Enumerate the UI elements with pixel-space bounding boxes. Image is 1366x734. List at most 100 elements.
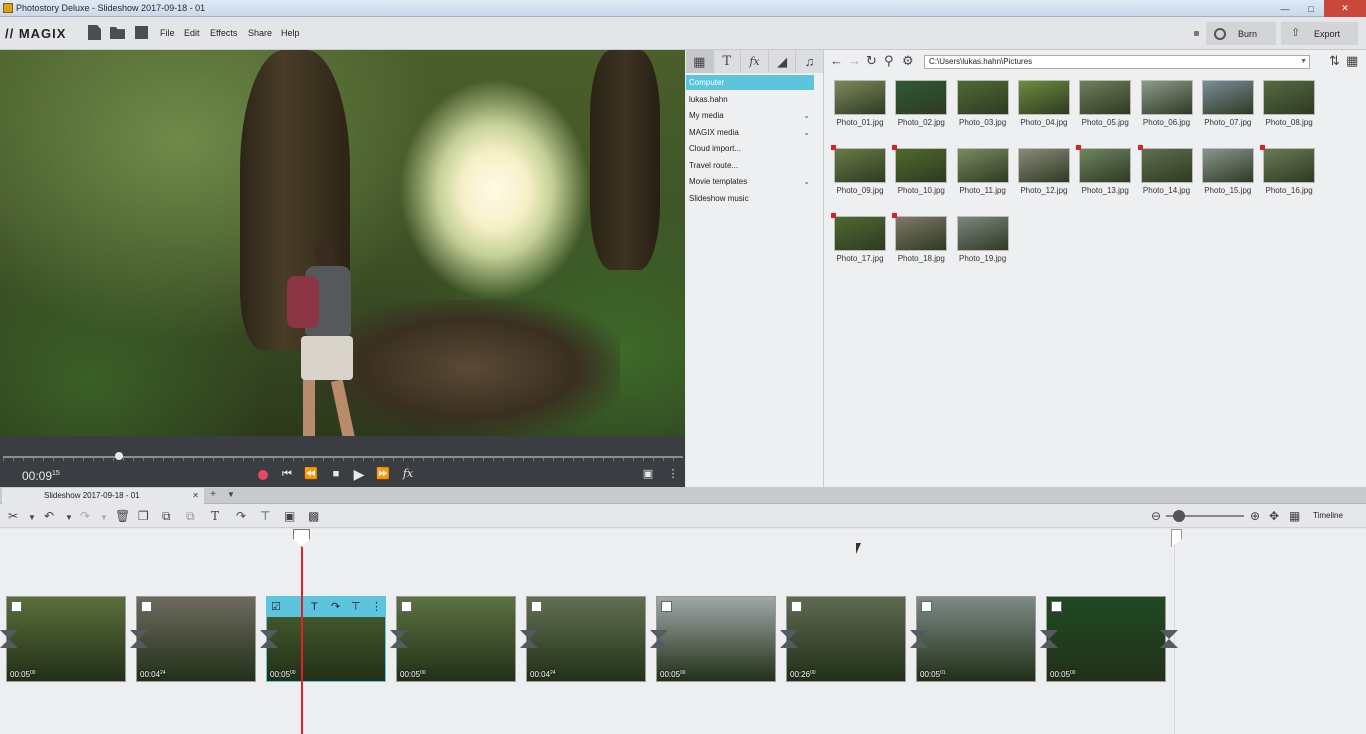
cut-icon[interactable]: ✂ [8,509,18,523]
fx-icon[interactable]: fx [741,50,769,73]
grid-icon[interactable]: ▦ [686,50,714,73]
clip-checkbox[interactable] [661,601,672,612]
fx-icon[interactable]: fx [399,467,417,481]
timeline-clip[interactable]: 00:0500 [1046,596,1166,682]
chevron-down-icon[interactable]: ⌄ [803,174,810,189]
menu-share[interactable]: Share [248,28,272,38]
sort-icon[interactable]: ⇅ [1329,54,1340,68]
tree-item[interactable]: Slideshow music [686,191,814,206]
music-icon[interactable]: ♫ [796,50,824,73]
maximize-button[interactable]: □ [1298,0,1324,17]
photo-thumbnail[interactable]: Photo_14.jpg [1137,145,1193,195]
clip-checkbox[interactable] [1051,601,1062,612]
timeline-clip[interactable]: 00:0424 [526,596,646,682]
timeline-clip[interactable]: 00:2600 [786,596,906,682]
search-icon[interactable]: ⚲ [884,54,894,68]
zoom-slider-handle[interactable] [1173,510,1186,522]
timeline-clip[interactable]: 00:0501 [916,596,1036,682]
fit-icon[interactable]: ▩ [308,509,319,523]
skip-start-icon[interactable]: ⏮ [278,467,296,481]
path-field[interactable]: C:\Users\lukas.hahn\Pictures ▼ [924,55,1310,69]
chevron-down-icon[interactable]: ⌄ [803,108,810,123]
redo-menu-chevron-icon[interactable]: ▼ [100,511,108,525]
menu-help[interactable]: Help [281,28,300,38]
photo-thumbnail[interactable]: Photo_11.jpg [956,148,1009,195]
photo-thumbnail[interactable]: Photo_09.jpg [831,145,886,195]
back-arrow-icon[interactable]: ← [830,54,843,68]
zoom-out-icon[interactable]: ⊖ [1151,509,1161,523]
tab-menu-chevron-icon[interactable]: ▼ [223,488,239,503]
photo-thumbnail[interactable]: Photo_17.jpg [831,213,886,263]
undo-icon[interactable]: ↶ [44,509,54,523]
rotate-icon[interactable]: ↷ [331,600,340,614]
transition-icon[interactable]: ◢ [769,50,797,73]
tree-item[interactable]: My media ⌄ [686,108,814,123]
paste-icon[interactable]: ⧉ [186,509,195,523]
clip-checkbox[interactable] [141,601,152,612]
fast-forward-icon[interactable]: ⏩ [374,467,392,481]
stop-icon[interactable]: ■ [327,467,345,481]
clip-checkbox[interactable] [11,601,22,612]
forward-arrow-icon[interactable]: → [848,54,861,68]
clip-checkbox[interactable] [401,601,412,612]
photo-thumbnail[interactable]: Photo_16.jpg [1260,145,1316,195]
playhead-handle[interactable] [293,529,310,547]
end-marker[interactable] [1171,529,1182,547]
preview-monitor[interactable] [0,50,685,436]
photo-thumbnail[interactable]: Photo_07.jpg [1201,80,1254,127]
more-options-icon[interactable]: ⋮ [371,600,382,614]
title-text-icon[interactable]: T [311,600,318,614]
scrub-handle[interactable] [114,452,123,460]
close-tab-icon[interactable]: ✕ [192,488,199,504]
timeline-area[interactable]: 00:0500 00:0424 ☑ T ↷ ⊤ ⋮ 00:0500 00:0500 00:0424… [0,529,1366,734]
tree-item[interactable]: lukas.hahn [686,92,814,107]
clip-checkbox[interactable] [791,601,802,612]
timeline-clip[interactable]: ☑ T ↷ ⊤ ⋮ 00:0500 [266,596,386,682]
photo-thumbnail[interactable]: Photo_03.jpg [956,80,1009,127]
delete-icon[interactable]: 🗑 [115,509,130,523]
project-tab[interactable]: Slideshow 2017-09-18 - 01 ✕ [2,488,204,504]
undo-menu-chevron-icon[interactable]: ▼ [65,511,73,525]
photo-thumbnail[interactable]: Photo_06.jpg [1140,80,1193,127]
burn-button[interactable]: Burn [1206,22,1276,45]
photo-thumbnail[interactable]: Photo_13.jpg [1076,145,1132,195]
photo-thumbnail[interactable]: Photo_01.jpg [834,80,886,127]
align-icon[interactable]: ⊤ [351,600,361,614]
tree-item[interactable]: Travel route... [686,158,814,173]
menu-file[interactable]: File [160,28,175,38]
menu-edit[interactable]: Edit [184,28,200,38]
chevron-down-icon[interactable]: ⌄ [803,125,810,140]
clip-checkbox[interactable] [921,601,932,612]
timeline-clip[interactable]: 00:0500 [656,596,776,682]
photo-thumbnail[interactable]: Photo_18.jpg [892,213,948,263]
add-tab-icon[interactable]: + [205,488,221,503]
photo-thumbnail[interactable]: Photo_02.jpg [895,80,948,127]
photo-thumbnail[interactable]: Photo_05.jpg [1079,80,1132,127]
tree-item[interactable]: Movie templates ⌄ [686,174,814,189]
close-button[interactable]: ✕ [1324,0,1366,17]
redo-icon[interactable]: ↷ [80,509,90,523]
tree-item[interactable]: Cloud import... [686,141,814,156]
photo-thumbnail[interactable]: Photo_08.jpg [1263,80,1316,127]
timeline-clip[interactable]: 00:0500 [396,596,516,682]
text-icon[interactable]: T [714,50,742,73]
timeline-clip[interactable]: 00:0424 [136,596,256,682]
timeline-clip[interactable]: 00:0500 [6,596,126,682]
cut-menu-chevron-icon[interactable]: ▼ [28,511,36,525]
copy-icon[interactable]: ⧉ [162,509,171,523]
gear-icon[interactable]: ⚙ [902,54,914,68]
view-grid-icon[interactable]: ▦ [1346,54,1358,68]
save-icon[interactable] [135,26,148,39]
cut-clip-icon[interactable]: ❐ [138,509,149,523]
open-folder-icon[interactable] [110,27,125,39]
menu-effects[interactable]: Effects [210,28,237,38]
fullscreen-icon[interactable]: ▣ [639,467,657,481]
title-text-icon[interactable]: T [211,509,219,523]
rotate-icon[interactable]: ↷ [236,509,246,523]
new-document-icon[interactable] [88,25,101,40]
record-button[interactable] [258,470,268,480]
crop-icon[interactable]: ▣ [284,509,295,523]
minimize-button[interactable]: — [1272,0,1298,17]
export-button[interactable]: ⇧ Export [1281,22,1358,45]
check-icon[interactable]: ☑ [271,600,281,614]
